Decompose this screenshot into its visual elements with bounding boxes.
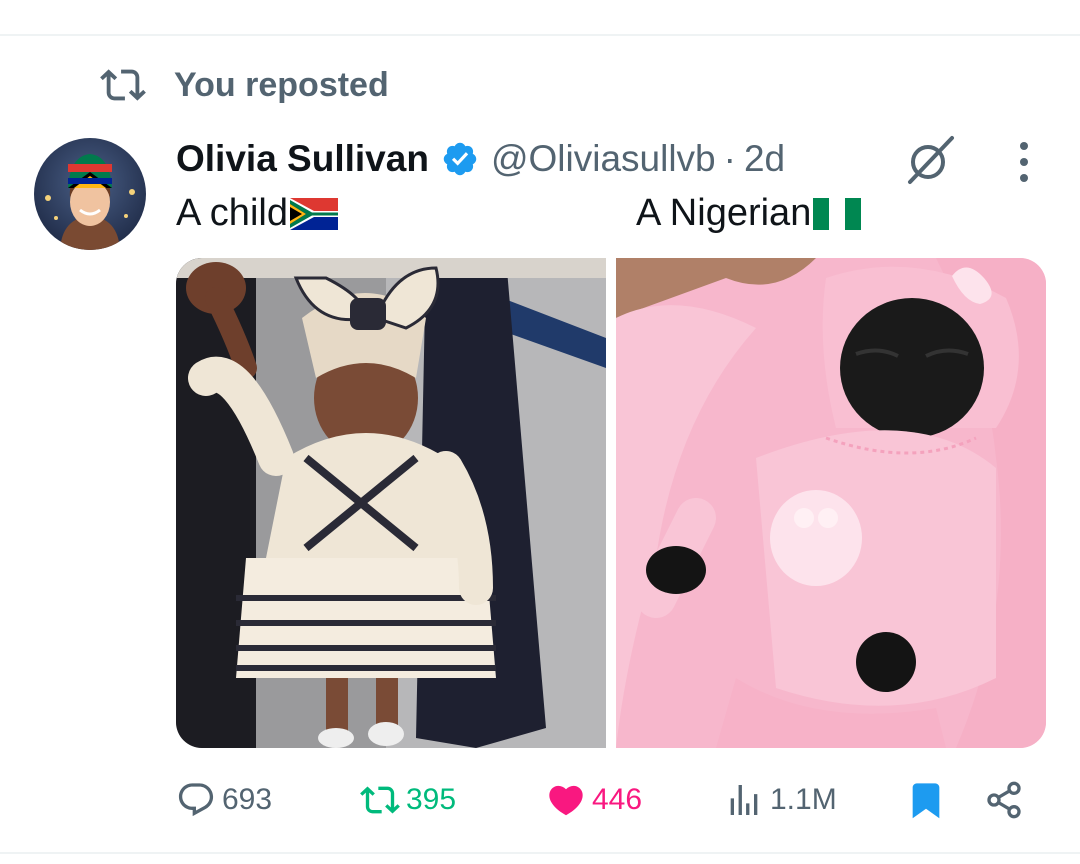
like-count: 446 <box>592 783 643 816</box>
bookmark-button[interactable] <box>906 770 946 830</box>
verified-badge-icon[interactable] <box>441 140 479 178</box>
views-button[interactable]: 1.1M <box>724 770 837 830</box>
share-icon <box>987 781 1021 819</box>
repost-banner[interactable]: You reposted <box>100 62 389 108</box>
more-options-icon[interactable] <box>1012 142 1036 182</box>
avatar[interactable] <box>34 138 146 250</box>
grok-icon[interactable] <box>902 132 958 188</box>
tweet-header: Olivia Sullivan @Oliviasullvb · 2d <box>176 134 785 184</box>
header-separator: · <box>723 138 736 179</box>
like-button[interactable]: 446 <box>546 770 642 830</box>
author-name[interactable]: Olivia Sullivan <box>176 138 429 180</box>
author-handle[interactable]: @Oliviasullvb <box>491 138 716 180</box>
tweet-actions: 693 395 446 1.1M <box>176 770 1046 830</box>
heart-icon <box>549 785 583 816</box>
doll-in-pink-blanket-photo[interactable] <box>616 258 1046 748</box>
toddler-in-striped-dress-photo[interactable] <box>176 258 606 748</box>
views-count: 1.1M <box>770 783 837 816</box>
south-africa-flag-icon <box>289 197 338 230</box>
tweet-time[interactable]: 2d <box>744 138 785 180</box>
repost-button[interactable]: 395 <box>360 770 456 830</box>
repost-icon <box>100 69 146 101</box>
divider-bottom <box>0 852 1080 854</box>
caption-right-text: A Nigerian <box>636 192 812 234</box>
repost-count: 395 <box>406 783 457 816</box>
views-icon <box>730 785 758 815</box>
tweet-media <box>176 258 1046 748</box>
reply-button[interactable]: 693 <box>176 770 272 830</box>
nigeria-flag-icon <box>813 197 862 230</box>
previous-tweet-actions <box>0 0 1080 6</box>
caption-left-text: A child <box>176 192 288 234</box>
reply-icon <box>178 783 214 817</box>
caption-right: A Nigerian <box>636 192 862 235</box>
reply-count: 693 <box>222 783 273 816</box>
repost-action-icon <box>360 786 400 814</box>
repost-banner-text: You reposted <box>174 65 389 104</box>
share-button[interactable] <box>984 770 1024 830</box>
caption-left: A child <box>176 192 338 235</box>
bookmark-icon <box>912 783 940 819</box>
divider-top <box>0 34 1080 36</box>
